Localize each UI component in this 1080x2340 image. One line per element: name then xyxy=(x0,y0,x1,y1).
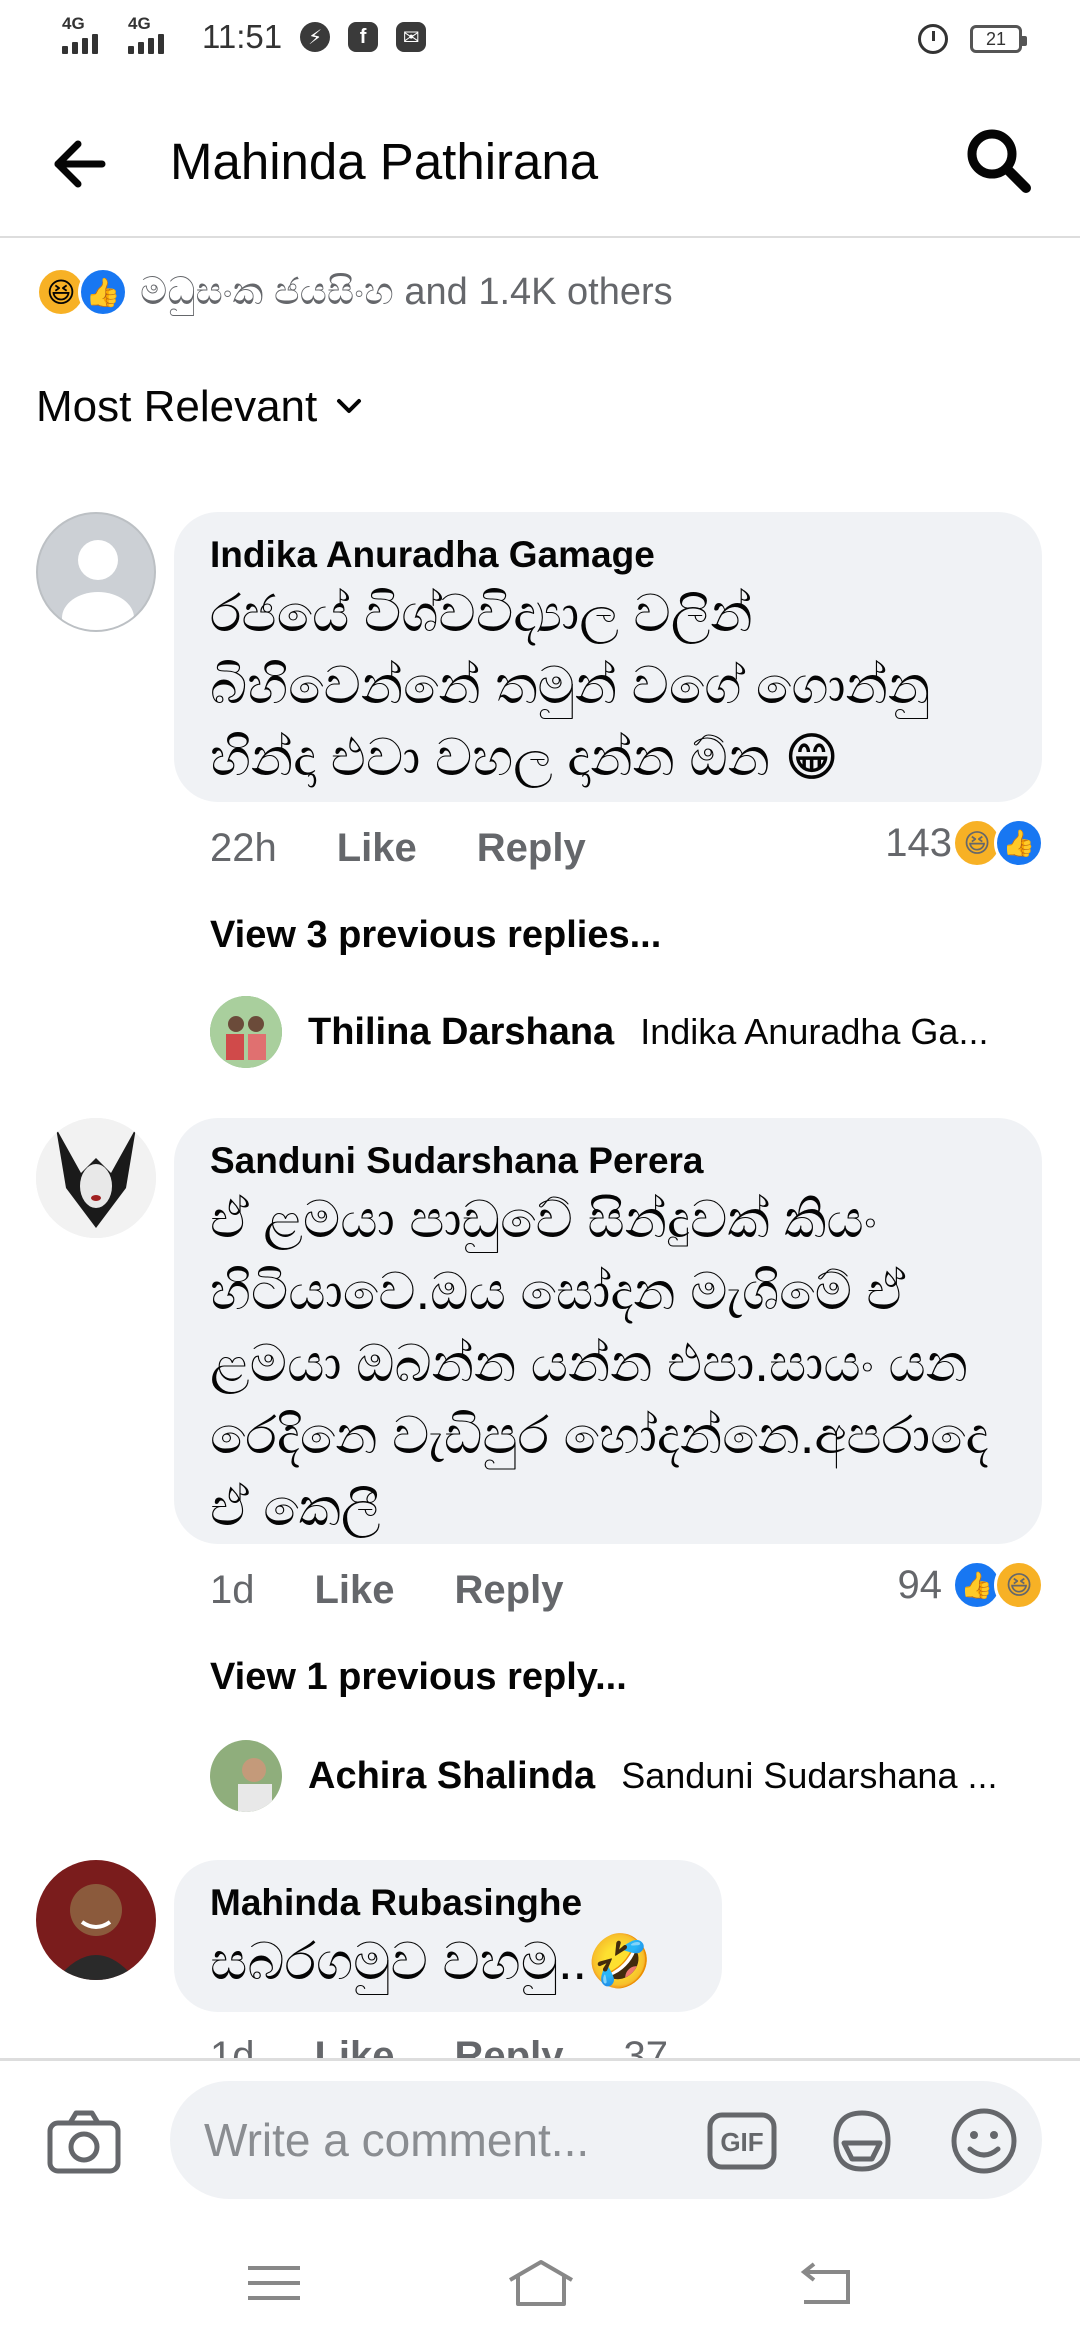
search-icon xyxy=(967,129,1031,193)
home-icon xyxy=(508,2260,574,2306)
sticker-button[interactable] xyxy=(826,2105,898,2177)
like-button[interactable]: Like xyxy=(337,826,417,871)
signal-icon-2: 4G xyxy=(128,14,180,54)
comment-text-line: බිහිවෙන්නේ තමුන් වගේ ගොන්නු xyxy=(210,657,931,715)
signal-label: 4G xyxy=(62,14,85,33)
comment-input[interactable] xyxy=(170,2081,1042,2199)
alarm-icon xyxy=(918,24,948,54)
comment-text-line: ළමයා ඔබන්න යන්න එපා.සායං යන xyxy=(210,1335,969,1393)
reply-button[interactable]: Reply xyxy=(455,1568,564,1613)
comment-time: 1d xyxy=(210,2034,255,2058)
back-arrow-icon xyxy=(54,140,106,188)
reply-button[interactable]: Reply xyxy=(477,826,586,871)
comment-composer: GIF xyxy=(0,2058,1080,2208)
reactions-summary[interactable]: 😆 👍 මධුසංක ජයසිංහ and 1.4K others xyxy=(36,262,673,322)
reply-button[interactable]: Reply xyxy=(455,2034,564,2058)
comment-bubble[interactable]: Mahinda Rubasinghe සබරගමුව වහමු..🤣 xyxy=(174,1860,722,2012)
page-title: Mahinda Pathirana xyxy=(170,133,599,190)
chevron-down-icon xyxy=(337,399,362,413)
svg-text:GIF: GIF xyxy=(720,2127,763,2157)
camera-icon xyxy=(47,2110,121,2174)
status-left: 4G 4G 11:51 ⚡ f ✉ xyxy=(62,14,427,56)
latest-reply[interactable]: Thilina Darshana Indika Anuradha Ga... xyxy=(210,996,988,1068)
emoji-button[interactable] xyxy=(948,2105,1020,2177)
reaction-count[interactable]: 143 😆 👍 xyxy=(885,818,1044,868)
like-button[interactable]: Like xyxy=(315,1568,395,1613)
sticker-icon xyxy=(833,2110,891,2172)
inbox-icon: ✉ xyxy=(396,22,427,52)
reaction-count-value: 37 xyxy=(623,2034,668,2058)
avatar[interactable] xyxy=(36,512,156,632)
photo-avatar-icon xyxy=(36,1118,156,1238)
comment-text-line: හිටියාවෙ.ඔය සෝදන මැශිමේ ඒ xyxy=(210,1263,906,1321)
battery-icon: 21 xyxy=(970,25,1027,53)
like-button[interactable]: Like xyxy=(315,2034,395,2058)
comment-author[interactable]: Mahinda Rubasinghe xyxy=(210,1882,686,1924)
menu-nav-button[interactable] xyxy=(244,2258,304,2308)
facebook-icon: f xyxy=(348,22,379,52)
avatar[interactable] xyxy=(36,1860,156,1980)
reply-text: Sanduni Sudarshana ... xyxy=(621,1755,998,1796)
status-bar: 4G 4G 11:51 ⚡ f ✉ 21 xyxy=(0,0,1080,84)
comment-time: 1d xyxy=(210,1568,255,1612)
default-avatar-icon xyxy=(62,540,134,630)
comment-text-line: සබරගමුව වහමු..🤣 xyxy=(210,1933,652,1991)
view-previous-replies[interactable]: View 1 previous reply... xyxy=(210,1656,627,1699)
sort-dropdown[interactable]: Most Relevant xyxy=(36,382,363,432)
reply-author: Thilina Darshana xyxy=(308,1010,615,1053)
gif-button[interactable]: GIF xyxy=(706,2105,778,2177)
photo-avatar-icon xyxy=(36,1860,156,1980)
comment-bubble[interactable]: Indika Anuradha Gamage රජයේ විශ්වවිද්‍යා… xyxy=(174,512,1042,802)
messenger-icon: ⚡ xyxy=(300,22,331,52)
comment-time: 22h xyxy=(210,826,277,870)
camera-button[interactable] xyxy=(44,2107,124,2177)
view-previous-replies[interactable]: View 3 previous replies... xyxy=(210,914,661,957)
comment-bubble[interactable]: Sanduni Sudarshana Perera ඒ ළමයා පාඩුවේ … xyxy=(174,1118,1042,1544)
latest-reply[interactable]: Achira Shalinda Sanduni Sudarshana ... xyxy=(210,1740,997,1812)
comment-actions: 22h Like Reply xyxy=(210,826,586,871)
like-reaction-icon: 👍 xyxy=(994,818,1044,868)
photo-avatar-icon xyxy=(210,1740,282,1812)
comment-actions: 1d Like Reply 37 xyxy=(210,2034,668,2058)
reaction-count-value: 143 xyxy=(885,820,952,865)
battery-level: 21 xyxy=(985,28,1007,49)
photo-avatar-icon xyxy=(210,996,282,1068)
clock: 11:51 xyxy=(202,18,283,55)
comment-text-line: ඒ ළමයා පාඩුවේ සින්දුවක් කියං xyxy=(210,1191,877,1249)
comment-text-line: රජයේ විශ්වවිද්‍යාල වලින් xyxy=(210,585,753,643)
back-nav-icon xyxy=(800,2262,850,2304)
menu-icon xyxy=(248,2266,300,2300)
comment-author[interactable]: Indika Anuradha Gamage xyxy=(210,534,1006,576)
comment-actions: 1d Like Reply xyxy=(210,1568,563,1613)
home-nav-button[interactable] xyxy=(506,2258,576,2308)
reply-author: Achira Shalinda xyxy=(308,1754,596,1797)
comment-text-line: හින්දා එවා වහල දාන්න ඕන 😁 xyxy=(210,729,839,787)
reaction-count-value: 94 xyxy=(897,1562,943,1607)
signal-icon: 4G xyxy=(62,14,114,54)
avatar[interactable] xyxy=(210,1740,282,1812)
comment-text-line: රෙදිනෙ වැඩිපුර හෝදන්නෙ.අපරාදෙ xyxy=(210,1407,989,1465)
back-nav-button[interactable] xyxy=(796,2258,856,2308)
avatar[interactable] xyxy=(36,1118,156,1238)
haha-reaction-icon: 😆 xyxy=(994,1560,1044,1610)
back-button[interactable] xyxy=(50,134,110,194)
reaction-count[interactable]: 94 👍 😆 xyxy=(897,1560,1044,1610)
comment-text-line: ඒ කෙලී xyxy=(210,1479,381,1537)
reply-text: Indika Anuradha Ga... xyxy=(640,1011,989,1052)
system-nav-bar xyxy=(0,2208,1080,2340)
gif-icon: GIF xyxy=(707,2112,777,2170)
avatar[interactable] xyxy=(210,996,282,1068)
status-right: 21 xyxy=(918,24,1027,54)
search-button[interactable] xyxy=(964,126,1034,196)
signal-label-2: 4G xyxy=(128,14,151,33)
emoji-icon xyxy=(951,2108,1017,2174)
sort-label: Most Relevant xyxy=(36,382,318,431)
comment-author[interactable]: Sanduni Sudarshana Perera xyxy=(210,1140,1006,1182)
header: Mahinda Pathirana xyxy=(0,84,1080,238)
reactions-summary-text: මධුසංක ජයසිංහ and 1.4K others xyxy=(140,270,673,313)
like-reaction-icon: 👍 xyxy=(78,267,128,317)
